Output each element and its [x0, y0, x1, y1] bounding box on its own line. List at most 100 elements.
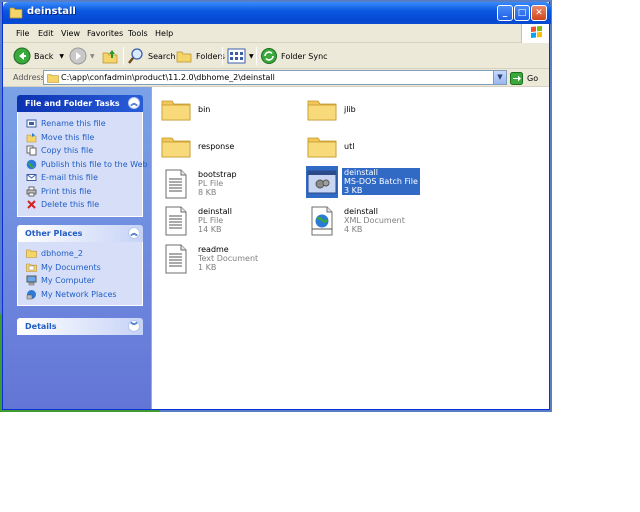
file-type: XML Document — [344, 216, 405, 225]
place-my-network[interactable]: My Network Places — [18, 288, 142, 302]
file-item[interactable]: bin — [160, 93, 280, 129]
folder-sync-icon — [261, 48, 277, 64]
maximize-button[interactable]: □ — [514, 5, 530, 21]
back-label: Back — [34, 51, 54, 61]
place-dbhome[interactable]: dbhome_2 — [18, 247, 142, 261]
folders-label: Folders — [196, 51, 225, 61]
menu-edit[interactable]: Edit — [38, 29, 54, 38]
task-print[interactable]: Print this file — [18, 185, 142, 199]
place-label: My Computer — [41, 276, 95, 286]
go-arrow-icon — [510, 71, 523, 85]
task-label: Print this file — [41, 186, 92, 196]
forward-dropdown-icon[interactable]: ▼ — [90, 53, 95, 60]
panel-title: Other Places — [25, 229, 83, 238]
toolbar: Back ▼ ▼ Search Folders ▼ Folder Sync — [3, 43, 549, 69]
computer-icon — [26, 275, 37, 286]
file-name: readme — [198, 245, 229, 254]
batch-file-icon — [306, 166, 338, 198]
views-button[interactable]: ▼ — [227, 46, 254, 66]
file-type: Text Document — [198, 254, 259, 263]
file-size: 3 KB — [344, 186, 363, 195]
file-name: deinstall — [344, 168, 378, 177]
file-name: bootstrap — [198, 170, 237, 179]
file-size: 8 KB — [198, 188, 217, 197]
file-folder-tasks-header[interactable]: File and Folder Tasks ︽ — [17, 95, 143, 112]
go-button[interactable]: Go — [510, 71, 538, 85]
delete-icon — [26, 199, 37, 210]
views-icon — [227, 48, 246, 64]
task-label: Delete this file — [41, 200, 100, 210]
menu-file[interactable]: File — [16, 29, 29, 38]
close-button[interactable]: ✕ — [531, 5, 547, 21]
file-item[interactable]: bootstrap PL File 8 KB — [160, 168, 280, 204]
file-size: 1 KB — [198, 263, 217, 272]
expand-icon[interactable]: ︾ — [128, 320, 140, 332]
address-bar: Address C:\app\confadmin\product\11.2.0\… — [3, 69, 549, 87]
address-input[interactable]: C:\app\confadmin\product\11.2.0\dbhome_2… — [43, 70, 507, 85]
file-item[interactable]: deinstall PL File 14 KB — [160, 205, 280, 241]
file-folder-tasks-panel: File and Folder Tasks ︽ Rename this file… — [17, 95, 148, 217]
file-list: bin jlib response utl bootstrap PL File … — [151, 87, 549, 409]
menu-help[interactable]: Help — [155, 29, 173, 38]
network-icon — [26, 289, 37, 300]
file-name: deinstall — [198, 207, 232, 216]
search-button[interactable]: Search — [127, 46, 175, 66]
file-item[interactable]: response — [160, 130, 280, 166]
title-bar[interactable]: deinstall _ □ ✕ — [3, 2, 551, 24]
panel-title: File and Folder Tasks — [25, 99, 120, 108]
task-label: Publish this file to the Web — [41, 159, 148, 169]
folders-button[interactable]: Folders — [175, 46, 225, 66]
file-type: PL File — [198, 179, 224, 188]
text-file-icon — [165, 169, 187, 199]
text-file-icon — [165, 206, 187, 236]
minimize-button[interactable]: _ — [497, 5, 513, 21]
toolbar-separator — [256, 47, 257, 65]
menu-view[interactable]: View — [61, 29, 80, 38]
views-dropdown-icon[interactable]: ▼ — [249, 53, 254, 60]
place-my-documents[interactable]: My Documents — [18, 261, 142, 275]
file-size: 4 KB — [344, 225, 363, 234]
folder-icon — [26, 248, 37, 259]
collapse-icon[interactable]: ︽ — [128, 227, 140, 239]
back-button[interactable]: Back ▼ — [13, 46, 64, 66]
folder-icon — [307, 100, 337, 121]
xml-file-icon — [311, 206, 333, 236]
file-item[interactable]: deinstall XML Document 4 KB — [306, 205, 426, 241]
collapse-icon[interactable]: ︽ — [128, 97, 140, 109]
folder-icon — [161, 137, 191, 158]
task-publish[interactable]: Publish this file to the Web — [18, 158, 148, 172]
folders-icon — [176, 51, 192, 63]
menu-favorites[interactable]: Favorites — [87, 29, 123, 38]
folder-icon — [161, 100, 191, 121]
menu-bar: File Edit View Favorites Tools Help — [3, 24, 549, 43]
file-item[interactable]: utl — [306, 130, 426, 166]
folder-sync-button[interactable]: Folder Sync — [260, 46, 328, 66]
documents-icon — [26, 262, 37, 273]
task-email[interactable]: E-mail this file — [18, 171, 142, 185]
task-label: E-mail this file — [41, 173, 98, 183]
back-dropdown-icon[interactable]: ▼ — [59, 53, 64, 60]
file-item-selected[interactable]: deinstall MS-DOS Batch File 3 KB — [306, 166, 436, 202]
explorer-window: deinstall _ □ ✕ File Edit View Favorites… — [2, 2, 551, 410]
file-item[interactable]: readme Text Document 1 KB — [160, 243, 280, 279]
back-arrow-icon — [13, 47, 31, 65]
menu-tools[interactable]: Tools — [128, 29, 148, 38]
task-delete[interactable]: Delete this file — [18, 198, 142, 212]
address-label: Address — [13, 73, 45, 82]
address-dropdown-icon[interactable]: ▼ — [493, 71, 506, 84]
task-copy[interactable]: Copy this file — [18, 144, 142, 158]
task-rename[interactable]: Rename this file — [18, 117, 142, 131]
file-folder-tasks-body: Rename this file Move this file Copy thi… — [17, 112, 148, 217]
other-places-body: dbhome_2 My Documents My Computer My Net… — [17, 242, 143, 306]
place-my-computer[interactable]: My Computer — [18, 274, 142, 288]
forward-button[interactable]: ▼ — [69, 46, 95, 66]
file-size: 14 KB — [198, 225, 222, 234]
folder-icon — [307, 137, 337, 158]
globe-icon — [26, 159, 37, 170]
file-item[interactable]: jlib — [306, 93, 426, 129]
other-places-header[interactable]: Other Places ︽ — [17, 225, 143, 242]
up-folder-button[interactable] — [101, 46, 119, 66]
task-move[interactable]: Move this file — [18, 131, 142, 145]
file-type: MS-DOS Batch File — [344, 177, 418, 186]
details-header[interactable]: Details ︾ — [17, 318, 143, 335]
